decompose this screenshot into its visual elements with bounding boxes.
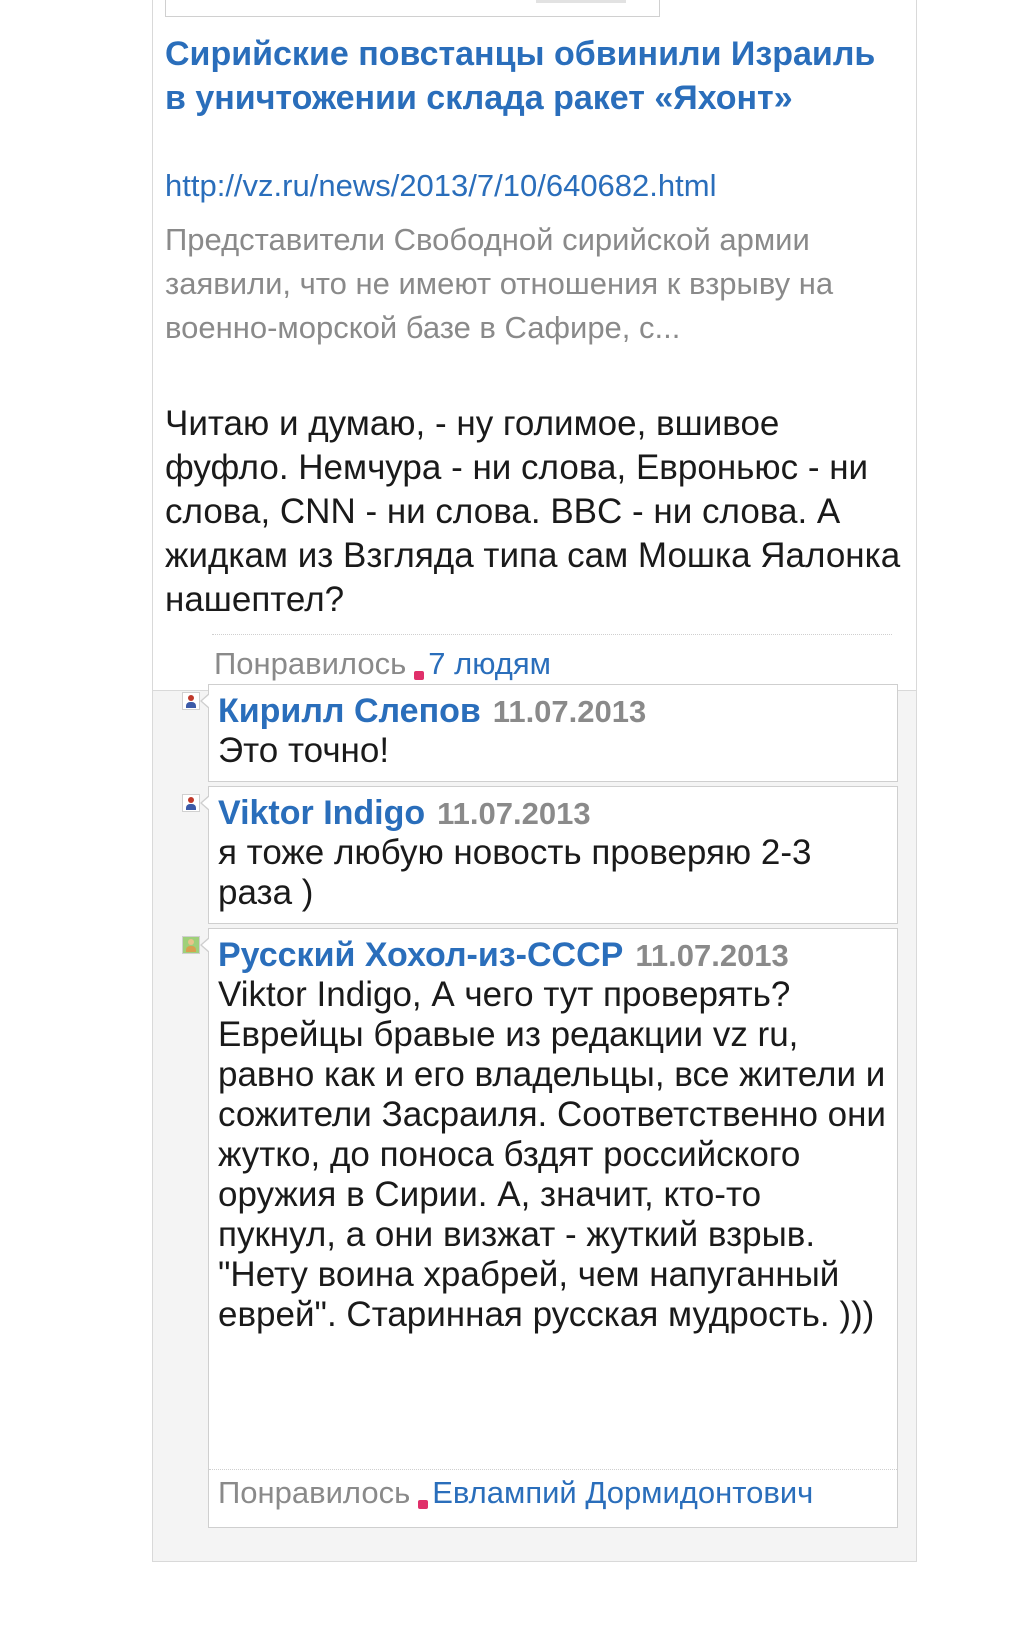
- comment-item: Русский Хохол-из-СССР 11.07.2013 Viktor I…: [200, 928, 898, 1528]
- link-preview-image[interactable]: [165, 0, 660, 17]
- comment-likes: Понравилось Евлампий Дормидонтович: [218, 1473, 813, 1513]
- comment-item: Viktor Indigo 11.07.2013 я тоже любую нов…: [200, 786, 898, 924]
- divider: [212, 634, 892, 635]
- heart-icon: [414, 671, 425, 680]
- post-text: Читаю и думаю, - ну голимое, вшивое фуфл…: [165, 404, 901, 619]
- comment-date: 11.07.2013: [437, 796, 591, 831]
- comment-date: 11.07.2013: [492, 694, 647, 729]
- comment-item: Кирилл Слепов 11.07.2013 Это точно!: [200, 684, 898, 782]
- likes-label: Понравилось: [218, 1475, 411, 1510]
- comment-text: я тоже любую новость проверяю 2-3 раза ): [218, 833, 812, 912]
- likes-link[interactable]: Евлампий Дормидонтович: [432, 1475, 813, 1510]
- user-silhouette-icon[interactable]: [182, 794, 200, 812]
- comment-text: Это точно!: [218, 731, 390, 770]
- post-likes: Понравилось 7 людям: [214, 644, 551, 684]
- likes-label: Понравилось: [214, 646, 407, 681]
- likes-link[interactable]: 7 людям: [428, 646, 551, 681]
- comment-text: Viktor Indigo, А чего тут проверять? Евр…: [218, 975, 886, 1334]
- link-description: Представители Свободной сирийской армии …: [165, 222, 834, 345]
- comment-date: 11.07.2013: [635, 938, 789, 973]
- link-url[interactable]: http://vz.ru/news/2013/7/10/640682.html: [165, 166, 905, 206]
- user-photo-icon[interactable]: [182, 936, 200, 954]
- user-silhouette-icon[interactable]: [182, 692, 200, 710]
- comment-author[interactable]: Русский Хохол-из-СССР: [218, 936, 623, 974]
- comment-author[interactable]: Кирилл Слепов: [218, 692, 481, 730]
- heart-icon: [418, 1500, 429, 1509]
- link-title[interactable]: Сирийские повстанцы обвинили Израиль в у…: [165, 32, 905, 120]
- comment-author[interactable]: Viktor Indigo: [218, 794, 425, 832]
- divider: [209, 1469, 897, 1470]
